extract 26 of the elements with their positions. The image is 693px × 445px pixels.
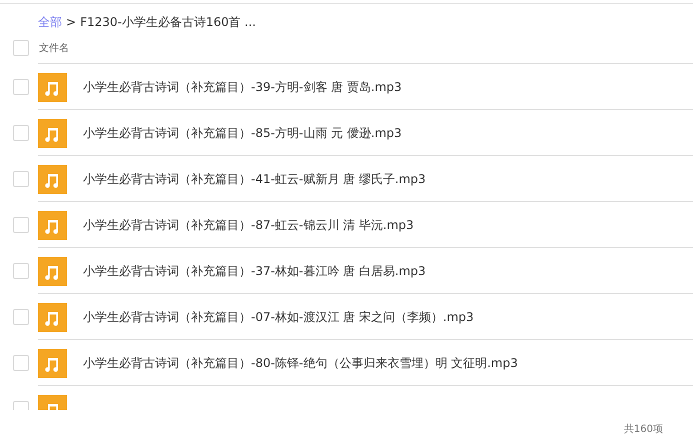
- file-name[interactable]: 小学生必背古诗词（补充篇目）-41-虹云-赋新月 唐 缪氏子.mp3: [83, 170, 426, 188]
- music-file-icon: [38, 72, 67, 102]
- music-file-icon: [38, 348, 67, 378]
- checkbox[interactable]: [13, 40, 29, 56]
- column-header: 文件名: [39, 42, 69, 55]
- music-file-icon: [38, 210, 67, 240]
- file-name[interactable]: 小学生必背古诗词（补充篇目）-87-虹云-锦云川 清 毕沅.mp3: [83, 216, 414, 234]
- music-file-icon: [38, 164, 67, 194]
- file-name[interactable]: 小学生必背古诗词（补充篇目）-85-方明-山雨 元 僾逊.mp3: [83, 124, 402, 142]
- file-name[interactable]: 小学生必背古诗词（补充篇目）-39-方明-剑客 唐 贾岛.mp3: [83, 78, 402, 96]
- checkbox[interactable]: [13, 355, 29, 371]
- breadcrumb-current: F1230-小学生必备古诗160首 ...: [80, 14, 256, 30]
- checkbox[interactable]: [13, 217, 29, 233]
- music-file-icon: [38, 118, 67, 148]
- checkbox[interactable]: [13, 125, 29, 141]
- checkbox[interactable]: [13, 171, 29, 187]
- breadcrumb-separator: >: [66, 15, 76, 29]
- file-name[interactable]: 小学生必背古诗词（补充篇目）-80-陈铎-绝句（公事归来衣雪埋）明 文征明.mp3: [83, 354, 518, 372]
- file-name[interactable]: 小学生必背古诗词（补充篇目）-07-林如-渡汉江 唐 宋之问（李频）.mp3: [83, 308, 474, 326]
- checkbox[interactable]: [13, 309, 29, 325]
- item-count: 共160项: [624, 422, 663, 436]
- checkbox[interactable]: [13, 79, 29, 95]
- music-file-icon: [38, 302, 67, 332]
- music-file-icon: [38, 256, 67, 286]
- checkbox[interactable]: [13, 263, 29, 279]
- file-name[interactable]: 小学生必背古诗词（补充篇目）-37-林如-暮江吟 唐 白居易.mp3: [83, 262, 426, 280]
